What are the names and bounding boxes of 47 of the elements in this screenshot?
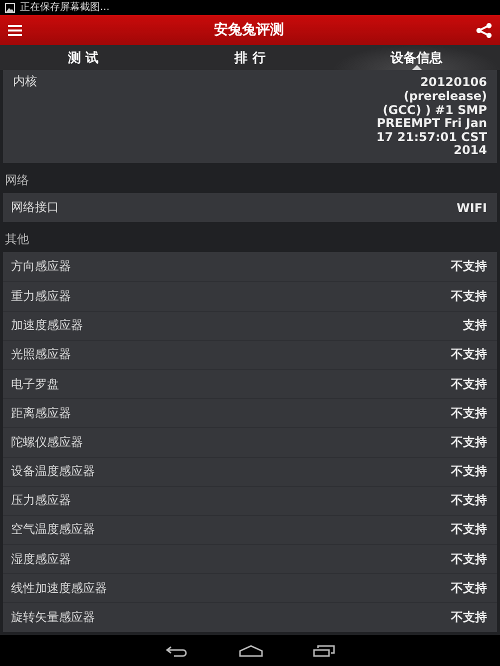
row-label: 湿度感应器	[11, 550, 71, 568]
row-value: 不支持	[451, 434, 487, 451]
back-icon[interactable]	[165, 644, 189, 656]
row-value: 不支持	[451, 404, 487, 422]
kernel-value-line: 17 21:57:01 CST	[376, 130, 487, 144]
row-label: 内核	[13, 73, 37, 90]
kernel-value-line: PREEMPT Fri Jan	[376, 117, 487, 131]
row-label: 加速度感应器	[11, 317, 83, 334]
row-value: 不支持	[451, 521, 487, 538]
row-label: 方向感应器	[11, 258, 71, 276]
section-header: 其他	[4, 231, 30, 248]
row-value: WIFI	[456, 200, 487, 215]
row-value: 不支持	[451, 550, 487, 568]
row-value: 不支持	[451, 288, 487, 305]
row-value: 不支持	[451, 463, 487, 480]
tab[interactable]: 排 行	[166, 45, 334, 70]
menu-icon[interactable]	[8, 24, 22, 36]
row-label: 重力感应器	[11, 288, 71, 305]
share-icon[interactable]	[476, 22, 492, 38]
kernel-value-line: 2014	[452, 144, 487, 158]
row-value: 不支持	[451, 580, 487, 597]
image-icon	[5, 2, 15, 12]
row-value: 不支持	[451, 492, 487, 510]
kernel-value-line: (prerelease)	[402, 90, 487, 104]
row-label: 电子罗盘	[11, 376, 59, 393]
row-label: 旋转矢量感应器	[11, 609, 95, 626]
row-label: 空气温度感应器	[11, 521, 95, 538]
row-label: 网络接口	[11, 199, 59, 216]
section-header: 网络	[4, 172, 30, 189]
kernel-value-line: (GCC) ) #1 SMP	[382, 104, 487, 118]
notification-text: 正在保存屏幕截图...	[20, 0, 110, 15]
row-label: 线性加速度感应器	[11, 580, 107, 597]
row-label: 压力感应器	[11, 492, 71, 510]
recent-apps-icon[interactable]	[313, 644, 335, 656]
row-value: 不支持	[451, 609, 487, 626]
row-label: 距离感应器	[11, 404, 71, 422]
row-value: 不支持	[451, 258, 487, 276]
row-label: 设备温度感应器	[11, 463, 95, 480]
tab[interactable]: 测 试	[0, 45, 167, 70]
row-value: 不支持	[451, 346, 487, 364]
row-value: 不支持	[451, 376, 487, 393]
home-icon[interactable]	[239, 644, 263, 656]
row-label: 陀螺仪感应器	[11, 434, 83, 451]
row-label: 光照感应器	[11, 346, 71, 364]
row-value: 支持	[463, 317, 487, 334]
kernel-value-line: 20120106	[419, 76, 487, 90]
app-title: 安兔兔评测	[214, 21, 284, 39]
